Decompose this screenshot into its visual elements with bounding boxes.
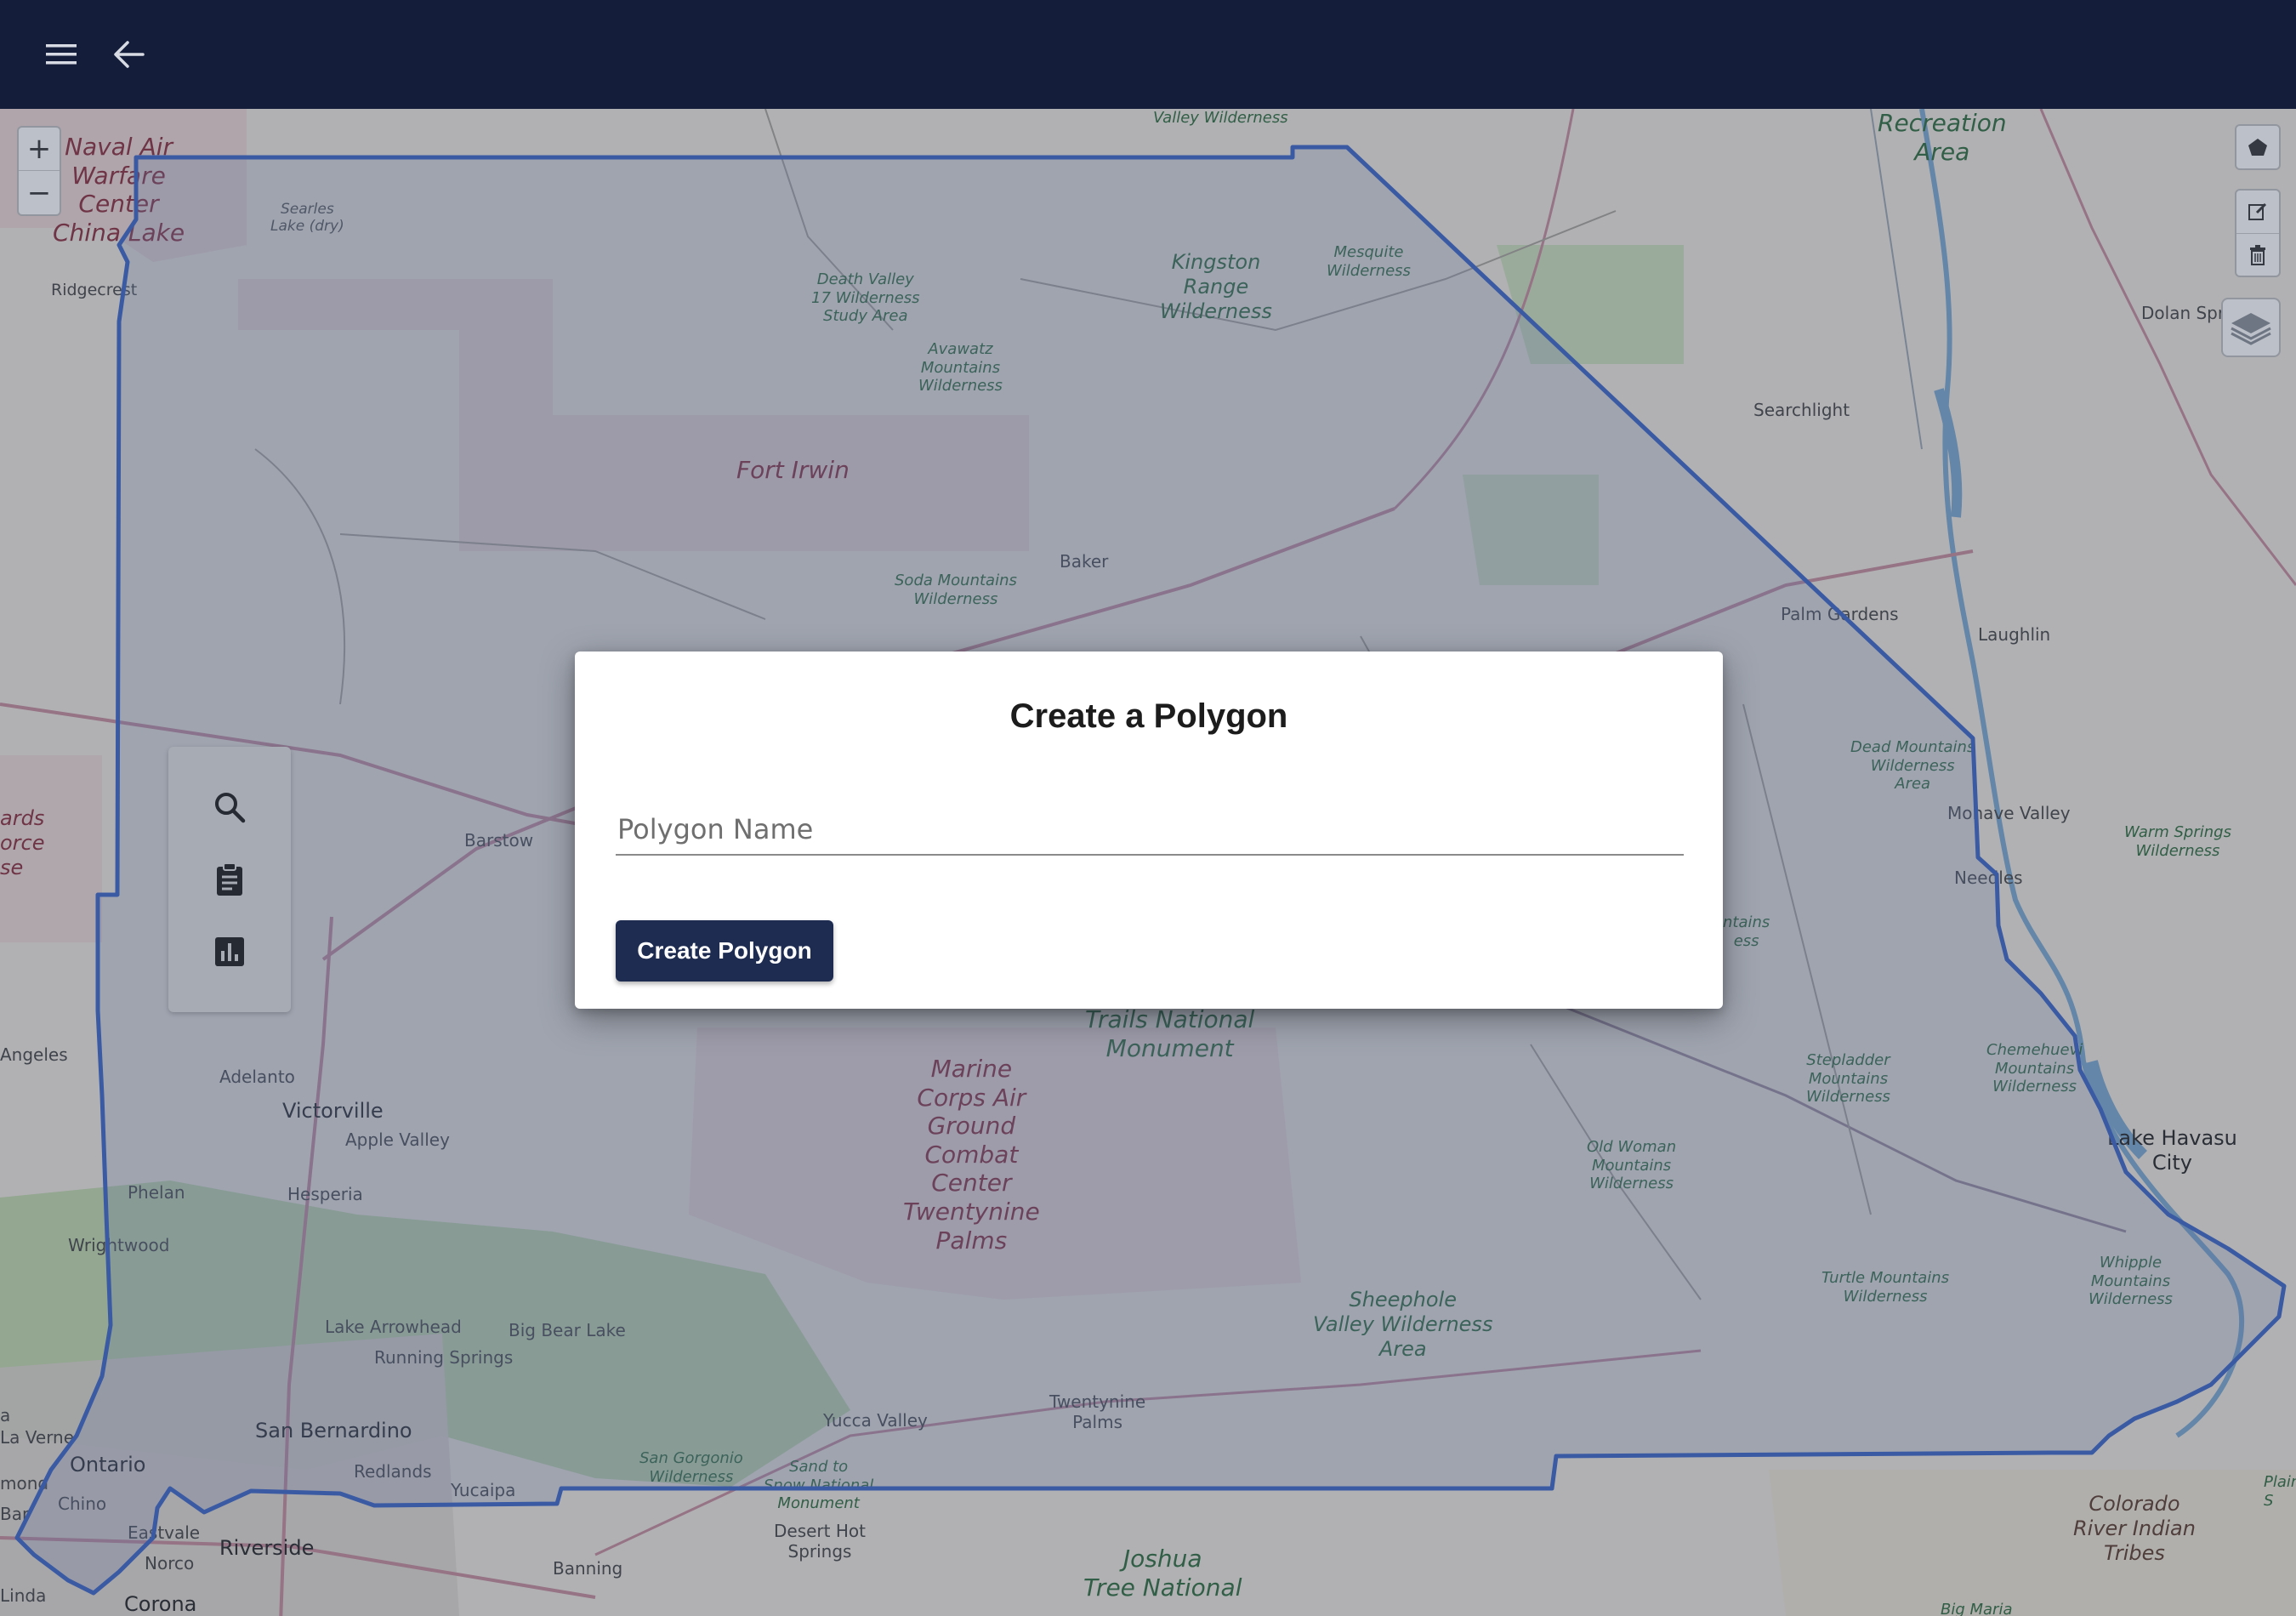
top-app-bar bbox=[0, 0, 2296, 109]
menu-icon[interactable] bbox=[36, 29, 87, 80]
create-polygon-button[interactable]: Create Polygon bbox=[616, 920, 833, 982]
polygon-name-input[interactable] bbox=[616, 805, 1684, 856]
create-polygon-dialog: Create a Polygon Create Polygon bbox=[575, 652, 1723, 1009]
arrow-left-icon[interactable] bbox=[104, 29, 155, 80]
dialog-title: Create a Polygon bbox=[1009, 697, 1288, 735]
